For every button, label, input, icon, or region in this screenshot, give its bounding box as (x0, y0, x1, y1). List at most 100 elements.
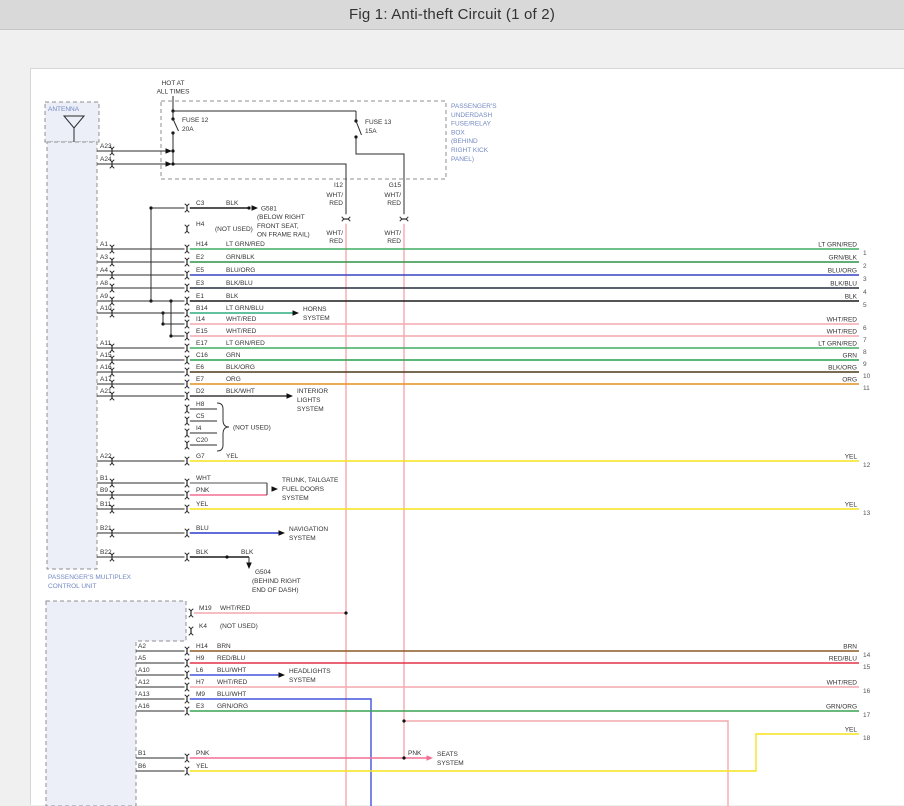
row-B22: B22BLKBLKG504(BEHIND RIGHTEND OF DASH) (97, 549, 301, 594)
svg-text:LIGHTS: LIGHTS (297, 397, 321, 404)
svg-text:13: 13 (863, 510, 871, 517)
svg-text:FUEL DOORS: FUEL DOORS (282, 486, 325, 493)
svg-text:RED: RED (329, 200, 343, 207)
svg-text:E15: E15 (196, 328, 208, 335)
svg-text:(NOT USED): (NOT USED) (215, 226, 253, 233)
svg-text:E3: E3 (196, 280, 204, 287)
svg-text:A8: A8 (100, 280, 108, 287)
svg-text:BLK/BLU: BLK/BLU (830, 281, 857, 288)
svg-text:FRONT SEAT,: FRONT SEAT, (257, 223, 299, 230)
svg-text:SYSTEM: SYSTEM (289, 677, 316, 684)
svg-text:A2: A2 (138, 643, 146, 650)
svg-text:G7: G7 (196, 453, 205, 460)
svg-text:B1: B1 (100, 475, 108, 482)
svg-text:E17: E17 (196, 340, 208, 347)
row-E7: A17E7ORGORG11 (97, 376, 870, 392)
svg-text:PANEL): PANEL) (451, 156, 474, 163)
svg-text:BLU/ORG: BLU/ORG (828, 268, 857, 275)
svg-text:SEATS: SEATS (437, 751, 458, 758)
svg-text:WHT: WHT (196, 475, 211, 482)
svg-text:17: 17 (863, 712, 871, 719)
svg-text:WHT/RED: WHT/RED (827, 680, 858, 687)
svg-text:ALL TIMES: ALL TIMES (157, 89, 191, 96)
svg-text:10: 10 (863, 373, 871, 380)
svg-text:WHT/RED: WHT/RED (827, 329, 858, 336)
svg-text:20A: 20A (182, 126, 194, 133)
svg-text:H8: H8 (196, 401, 205, 408)
svg-text:WHT/: WHT/ (326, 192, 343, 199)
svg-text:L6: L6 (196, 667, 204, 674)
svg-text:GRN/BLK: GRN/BLK (226, 254, 255, 261)
svg-text:BLK: BLK (226, 293, 239, 300)
svg-text:BLU: BLU (196, 525, 209, 532)
row-G7: A22G7YELYEL12 (97, 453, 871, 469)
row-C16: A15C16GRNGRN9 (97, 352, 867, 368)
svg-text:H7: H7 (196, 679, 205, 686)
svg-text:E7: E7 (196, 376, 204, 383)
figure-title: Fig 1: Anti-theft Circuit (1 of 2) (349, 6, 555, 23)
svg-text:A5: A5 (138, 655, 146, 662)
row-E5: A4E5BLU/ORGBLU/ORG3 (97, 267, 867, 283)
internal-buses (149, 206, 184, 337)
svg-text:RED/BLU: RED/BLU (217, 655, 245, 662)
svg-text:HEADLIGHTS: HEADLIGHTS (289, 668, 331, 675)
svg-text:A1: A1 (100, 241, 108, 248)
svg-text:(BEHIND RIGHT: (BEHIND RIGHT (252, 578, 301, 585)
svg-text:PNK: PNK (196, 750, 210, 757)
svg-text:CONTROL UNIT: CONTROL UNIT (48, 583, 97, 590)
svg-text:B6: B6 (138, 763, 146, 770)
svg-text:15A: 15A (365, 128, 377, 135)
svg-text:D2: D2 (196, 388, 205, 395)
row-E17: A11E17LT GRN/REDLT GRN/RED8 (97, 340, 867, 356)
svg-text:YEL: YEL (845, 502, 858, 509)
svg-text:BLU/WHT: BLU/WHT (217, 667, 246, 674)
svg-text:TRUNK, TAILGATE: TRUNK, TAILGATE (282, 477, 339, 484)
svg-text:15: 15 (863, 664, 871, 671)
svg-text:LT GRN/BLU: LT GRN/BLU (226, 305, 264, 312)
svg-text:16: 16 (863, 688, 871, 695)
row-lower-H14: A2H14BRNBRN14 (136, 643, 871, 659)
svg-text:PNK: PNK (408, 750, 422, 757)
svg-text:M19: M19 (199, 605, 212, 612)
svg-text:BLK: BLK (226, 200, 239, 207)
power-feeds: I12WHT/REDWHT/REDG15WHT/REDWHT/RED (326, 179, 728, 806)
antenna: ANTENNA (45, 102, 99, 142)
svg-text:INTERIOR: INTERIOR (297, 388, 328, 395)
svg-text:12: 12 (863, 462, 871, 469)
lower-control-unit (46, 601, 186, 806)
row-H4: H4 (NOT USED) (185, 221, 253, 233)
svg-text:BLU/ORG: BLU/ORG (226, 267, 255, 274)
svg-text:WHT/: WHT/ (384, 230, 401, 237)
svg-text:M9: M9 (196, 691, 205, 698)
svg-text:YEL: YEL (196, 501, 209, 508)
svg-text:A13: A13 (138, 691, 150, 698)
svg-text:GRN/ORG: GRN/ORG (217, 703, 248, 710)
svg-text:WHT/RED: WHT/RED (220, 605, 251, 612)
svg-text:C20: C20 (196, 437, 208, 444)
svg-text:A3: A3 (100, 254, 108, 261)
row-C5: C5 (185, 413, 217, 425)
trunk-tailgate-system: TRUNK, TAILGATEFUEL DOORSSYSTEM (267, 477, 339, 502)
svg-text:RED: RED (387, 200, 401, 207)
multiplex-control-unit: PASSENGER'S MULTIPLEXCONTROL UNIT (47, 142, 132, 590)
svg-text:ON FRAME RAIL): ON FRAME RAIL) (257, 232, 310, 239)
svg-text:A10: A10 (138, 667, 150, 674)
row-B21: B21BLUNAVIGATIONSYSTEM (97, 525, 328, 542)
svg-text:WHT/: WHT/ (326, 230, 343, 237)
svg-text:4: 4 (863, 289, 867, 296)
svg-text:WHT/RED: WHT/RED (217, 679, 248, 686)
svg-text:H4: H4 (196, 221, 205, 228)
row-I4: I4 (185, 425, 217, 437)
svg-text:RED: RED (387, 238, 401, 245)
svg-text:BLU/WHT: BLU/WHT (217, 691, 246, 698)
svg-text:14: 14 (863, 652, 871, 659)
svg-text:RED/BLU: RED/BLU (829, 656, 857, 663)
svg-text:8: 8 (863, 349, 867, 356)
svg-text:I12: I12 (334, 182, 343, 189)
figure-title-bar: Fig 1: Anti-theft Circuit (1 of 2) (0, 0, 904, 30)
svg-text:ANTENNA: ANTENNA (48, 106, 80, 113)
row-B11: B11YELYEL13 (97, 501, 871, 517)
svg-text:BLK/ORG: BLK/ORG (828, 365, 857, 372)
svg-text:BLK/WHT: BLK/WHT (226, 388, 255, 395)
svg-text:RED: RED (329, 238, 343, 245)
